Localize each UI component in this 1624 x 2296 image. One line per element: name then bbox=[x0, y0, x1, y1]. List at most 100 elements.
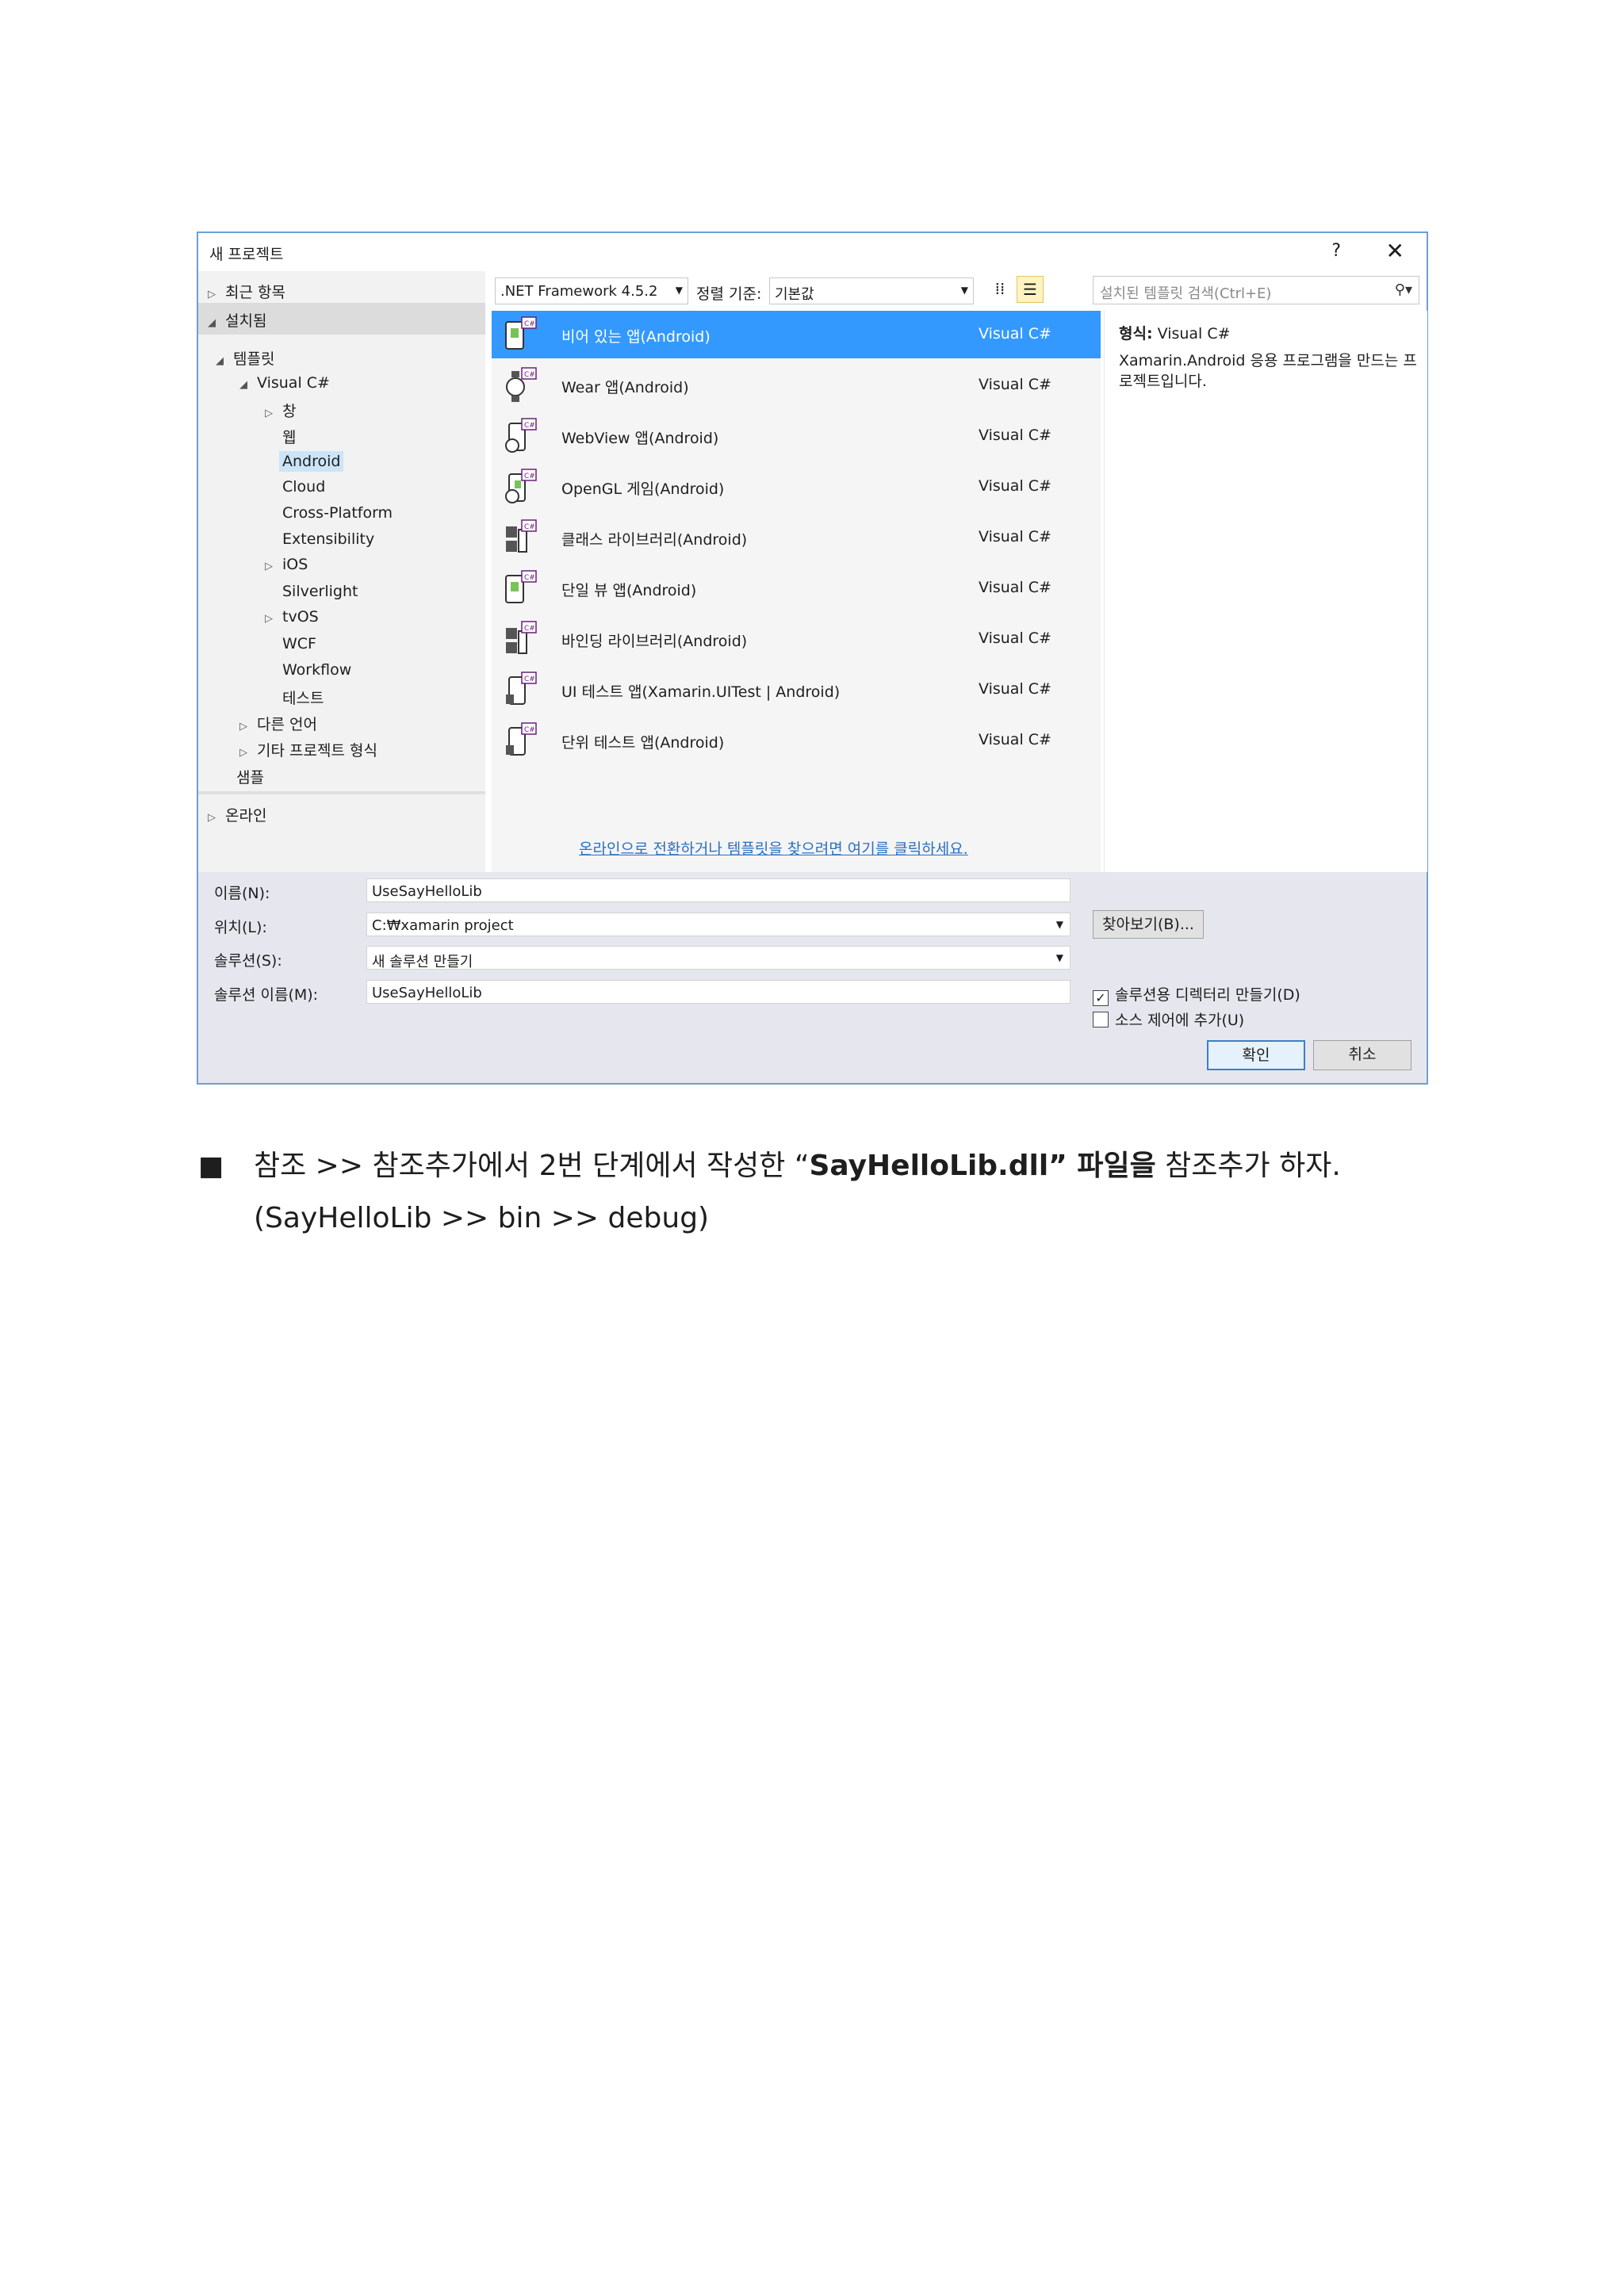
template-row[interactable]: C# OpenGL 게임(Android) Visual C# bbox=[492, 463, 1101, 511]
binding-library-icon: C# bbox=[506, 621, 537, 654]
template-search-input[interactable]: 설치된 템플릿 검색(Ctrl+E) ⚲▾ bbox=[1093, 276, 1419, 304]
solution-name-field[interactable]: UseSayHelloLib bbox=[366, 980, 1071, 1004]
expand-arrow-icon: ▷ bbox=[265, 561, 273, 572]
tree-item-cloud[interactable]: Cloud bbox=[282, 478, 325, 496]
android-app-icon: C# bbox=[505, 316, 537, 350]
grid-icon: ⁞⁞ bbox=[994, 279, 1005, 298]
tree-item-test[interactable]: 테스트 bbox=[282, 687, 324, 708]
tree-item-samples[interactable]: 샘플 bbox=[236, 766, 264, 787]
template-toolbar: .NET Framework 4.5.2 ▼ 정렬 기준: 기본값 ▼ ⁞⁞ ☰… bbox=[492, 271, 1423, 308]
tree-item-cross-platform[interactable]: Cross-Platform bbox=[282, 504, 393, 522]
template-description: Xamarin.Android 응용 프로그램을 만드는 프로젝트입니다. bbox=[1119, 352, 1417, 390]
opengl-game-icon: C# bbox=[505, 469, 537, 503]
framework-select[interactable]: .NET Framework 4.5.2 ▼ bbox=[495, 277, 688, 304]
collapse-arrow-icon: ◢ bbox=[208, 317, 216, 329]
help-button[interactable]: ? bbox=[1331, 241, 1341, 261]
sort-label: 정렬 기준: bbox=[696, 285, 762, 303]
template-language: Visual C# bbox=[979, 477, 1051, 495]
template-name: 클래스 라이브러리(Android) bbox=[561, 531, 748, 549]
expand-arrow-icon: ▷ bbox=[239, 747, 247, 759]
chevron-down-icon: ▼ bbox=[675, 285, 683, 296]
template-language: Visual C# bbox=[979, 629, 1051, 647]
expand-arrow-icon: ▷ bbox=[208, 289, 216, 300]
template-language: Visual C# bbox=[979, 376, 1051, 393]
svg-text:C#: C# bbox=[524, 574, 535, 582]
solution-select[interactable]: 새 솔루션 만들기 ▼ bbox=[366, 946, 1071, 970]
instruction-part1: 참조 >> 참조추가에서 2번 단계에서 작성한 “ bbox=[254, 1150, 810, 1182]
tree-item-wcf[interactable]: WCF bbox=[282, 635, 316, 652]
project-name-field[interactable]: UseSayHelloLib bbox=[366, 878, 1071, 902]
expand-arrow-icon: ▷ bbox=[265, 613, 273, 625]
svg-text:C#: C# bbox=[524, 523, 535, 531]
tree-item-online[interactable]: ▷ 온라인 bbox=[208, 804, 266, 825]
collapse-arrow-icon: ◢ bbox=[239, 379, 247, 391]
tree-item-silverlight[interactable]: Silverlight bbox=[282, 583, 358, 600]
solution-label: 솔루션(S): bbox=[214, 952, 282, 970]
tree-item-templates[interactable]: ◢ 템플릿 bbox=[216, 347, 274, 369]
tree-divider bbox=[198, 791, 485, 794]
template-name: 단일 뷰 앱(Android) bbox=[561, 582, 697, 599]
location-label: 위치(L): bbox=[214, 919, 267, 936]
dialog-titlebar: 새 프로젝트 ? ✕ bbox=[198, 233, 1427, 271]
tree-item-visual-csharp[interactable]: ◢ Visual C# bbox=[239, 374, 330, 392]
svg-text:C#: C# bbox=[524, 625, 535, 633]
tree-item-tvos[interactable]: ▷ tvOS bbox=[265, 608, 319, 626]
template-row[interactable]: C# 바인딩 라이브러리(Android) Visual C# bbox=[492, 615, 1101, 663]
tree-item-android[interactable]: Android bbox=[279, 451, 344, 472]
template-name: UI 테스트 앱(Xamarin.UITest | Android) bbox=[561, 683, 841, 701]
collapse-arrow-icon: ◢ bbox=[216, 355, 224, 367]
location-field[interactable]: C:₩xamarin project ▼ bbox=[366, 913, 1071, 936]
small-icons-view-button[interactable]: ⁞⁞ bbox=[986, 276, 1013, 303]
expand-arrow-icon: ▷ bbox=[208, 812, 216, 824]
template-row[interactable]: C# 비어 있는 앱(Android) Visual C# bbox=[492, 311, 1101, 358]
webview-icon: C# bbox=[505, 418, 537, 453]
svg-text:C#: C# bbox=[524, 675, 535, 683]
tree-item-installed[interactable]: ◢ 설치됨 bbox=[198, 303, 485, 335]
new-project-dialog: 새 프로젝트 ? ✕ ▷ 최근 항목 ◢ 설치됨 ◢ 템플릿 ◢ Visual C# ▷… bbox=[197, 232, 1428, 1085]
template-row[interactable]: C# 클래스 라이브러리(Android) Visual C# bbox=[492, 514, 1101, 561]
template-row[interactable]: C# UI 테스트 앱(Xamarin.UITest | Android) Vi… bbox=[492, 666, 1101, 714]
class-library-icon: C# bbox=[506, 519, 537, 553]
template-type: 형식: Visual C# bbox=[1119, 325, 1231, 342]
browse-button[interactable]: 찾아보기(B)... bbox=[1093, 910, 1204, 939]
create-directory-checkbox[interactable]: ✓ 솔루션용 디렉터리 만들기(D) bbox=[1093, 983, 1300, 1006]
online-templates-link[interactable]: 온라인으로 전환하거나 템플릿을 찾으려면 여기를 클릭하세요. bbox=[579, 837, 968, 859]
tree-item-window[interactable]: ▷ 창 bbox=[265, 400, 296, 421]
tree-item-other-languages[interactable]: ▷ 다른 언어 bbox=[239, 713, 317, 734]
list-view-button[interactable]: ☰ bbox=[1017, 276, 1044, 303]
tree-item-workflow[interactable]: Workflow bbox=[282, 661, 351, 679]
sort-select[interactable]: 기본값 ▼ bbox=[769, 277, 974, 304]
chevron-down-icon: ▼ bbox=[1055, 919, 1063, 930]
instruction-filename: SayHelloLib.dll” 파일을 bbox=[809, 1150, 1156, 1182]
tree-item-recent[interactable]: ▷ 최근 항목 bbox=[208, 281, 285, 302]
cancel-button[interactable]: 취소 bbox=[1313, 1040, 1411, 1070]
template-name: 비어 있는 앱(Android) bbox=[561, 328, 710, 346]
template-row[interactable]: C# 단위 테스트 앱(Android) Visual C# bbox=[492, 717, 1101, 764]
template-name: Wear 앱(Android) bbox=[561, 379, 689, 396]
close-button[interactable]: ✕ bbox=[1386, 238, 1404, 264]
template-info-pane: 형식: Visual C# Xamarin.Android 응용 프로그램을 만… bbox=[1104, 311, 1427, 872]
name-label: 이름(N): bbox=[214, 885, 270, 902]
list-icon: ☰ bbox=[1023, 280, 1037, 299]
watch-icon: C# bbox=[506, 367, 537, 402]
tree-item-ios[interactable]: ▷ iOS bbox=[265, 556, 308, 573]
template-row[interactable]: C# 단일 뷰 앱(Android) Visual C# bbox=[492, 564, 1101, 612]
template-row[interactable]: C# Wear 앱(Android) Visual C# bbox=[492, 362, 1101, 409]
tree-item-other-project-types[interactable]: ▷ 기타 프로젝트 형식 bbox=[239, 739, 377, 760]
bullet-icon: ■ bbox=[198, 1150, 224, 1182]
template-language: Visual C# bbox=[979, 579, 1051, 596]
ok-button[interactable]: 확인 bbox=[1207, 1040, 1305, 1070]
template-tree: ▷ 최근 항목 ◢ 설치됨 ◢ 템플릿 ◢ Visual C# ▷ 창 웹 Android… bbox=[198, 271, 485, 872]
svg-text:C#: C# bbox=[524, 422, 535, 430]
expand-arrow-icon: ▷ bbox=[239, 721, 247, 733]
template-row[interactable]: C# WebView 앱(Android) Visual C# bbox=[492, 412, 1101, 460]
template-name: 바인딩 라이브러리(Android) bbox=[561, 633, 748, 650]
instruction-part3: 참조추가 하자. bbox=[1155, 1150, 1341, 1182]
add-source-control-checkbox[interactable]: 소스 제어에 추가(U) bbox=[1093, 1008, 1244, 1030]
solution-name-label: 솔루션 이름(M): bbox=[214, 986, 319, 1004]
tree-item-web[interactable]: 웹 bbox=[282, 426, 296, 447]
chevron-down-icon: ▼ bbox=[960, 285, 968, 296]
template-language: Visual C# bbox=[979, 325, 1051, 342]
tree-item-extensibility[interactable]: Extensibility bbox=[282, 530, 374, 548]
template-language: Visual C# bbox=[979, 427, 1051, 444]
